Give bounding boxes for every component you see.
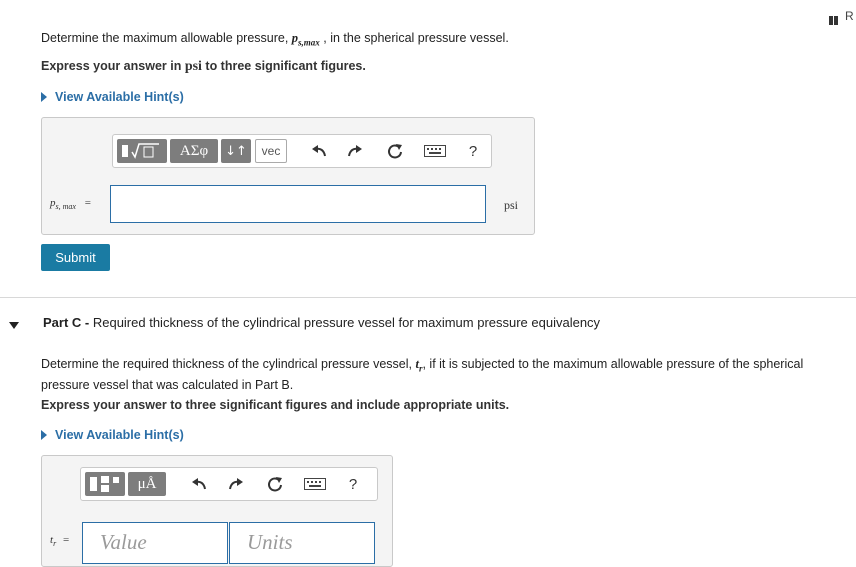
partc-collapse-toggle[interactable] (9, 317, 19, 335)
partb-subscript: s,max (298, 37, 320, 48)
vec-button[interactable]: vec (255, 139, 287, 163)
sqrt-template-icon (122, 143, 159, 159)
section-divider (0, 297, 856, 298)
partc-question: Determine the required thickness of the … (41, 356, 851, 393)
keyboard-icon (304, 478, 326, 490)
partc-instruction: Express your answer to three significant… (41, 398, 510, 412)
reset-button[interactable] (265, 474, 285, 494)
partb-answer-input[interactable] (110, 185, 486, 223)
units-symbol-label: μÅ (137, 475, 157, 492)
greek-button-label: ΑΣφ (179, 142, 209, 159)
units-template-button[interactable] (85, 472, 125, 496)
partc-answer-equals: = (62, 534, 70, 546)
greek-button[interactable]: ΑΣφ (170, 139, 218, 163)
partc-hint-link[interactable]: View Available Hint(s) (41, 428, 184, 442)
units-symbol-button[interactable]: μÅ (128, 472, 166, 496)
keyboard-icon (424, 145, 446, 157)
redo-icon (348, 145, 362, 157)
partb-toolbar: ΑΣφ ↓↑ vec ? (112, 134, 492, 168)
corner-label: R (845, 9, 854, 23)
triangle-down-icon (9, 322, 19, 329)
partb-answer-subscript: s, max (55, 202, 76, 212)
reset-icon (268, 477, 282, 492)
help-button-label: ? (468, 142, 478, 160)
keyboard-button[interactable] (423, 141, 447, 161)
reset-icon (388, 144, 402, 159)
partb-question-text: Determine the maximum allowable pressure… (41, 31, 292, 45)
arrows-button[interactable]: ↓↑ (221, 139, 251, 163)
undo-icon (312, 145, 326, 157)
partb-answer-label: ps, max = (50, 197, 91, 211)
partb-instruction-tail: to three significant figures. (201, 59, 366, 73)
redo-button[interactable] (345, 141, 365, 161)
value-placeholder: Value (100, 530, 147, 554)
templates-button[interactable] (117, 139, 167, 163)
submit-button[interactable]: Submit (41, 244, 110, 271)
partc-answer-label: tr = (50, 534, 69, 548)
partb-instruction-text: Express your answer in (41, 59, 185, 73)
partc-question-tail: , if it is subjected to the maximum allo… (422, 357, 804, 371)
help-button-label: ? (348, 475, 358, 493)
help-button[interactable]: ? (463, 141, 483, 161)
partc-title-text: Required thickness of the cylindrical pr… (92, 315, 601, 330)
keyboard-button[interactable] (303, 474, 327, 494)
partc-answer-subscript: r (53, 539, 57, 549)
undo-button[interactable] (309, 141, 329, 161)
partc-title-label: Part C - (43, 315, 93, 330)
undo-button[interactable] (189, 474, 209, 494)
help-button[interactable]: ? (343, 474, 363, 494)
fraction-template-icon (90, 476, 119, 492)
partc-hint-label: View Available Hint(s) (55, 428, 184, 442)
partb-question: Determine the maximum allowable pressure… (41, 31, 509, 48)
vec-button-label: vec (261, 144, 281, 158)
partb-answer-panel: ΑΣφ ↓↑ vec ? ps, max = psi (41, 117, 535, 235)
triangle-right-icon (41, 92, 47, 102)
partb-instruction-unit: psi (184, 59, 202, 74)
partc-title: Part C - Required thickness of the cylin… (43, 315, 600, 330)
undo-icon (192, 478, 206, 490)
redo-icon (229, 478, 243, 490)
partb-answer-equals: = (84, 197, 91, 209)
partb-hint-link[interactable]: View Available Hint(s) (41, 90, 184, 104)
arrows-button-label: ↓↑ (225, 143, 247, 159)
partc-toolbar: μÅ ? (80, 467, 378, 501)
partb-question-tail: , in the spherical pressure vessel. (319, 31, 509, 45)
redo-button[interactable] (226, 474, 246, 494)
triangle-right-icon (41, 430, 47, 440)
units-placeholder: Units (247, 530, 293, 554)
partb-unit: psi (504, 198, 519, 212)
partc-question-text: Determine the required thickness of the … (41, 357, 416, 371)
partc-question-line2: pressure vessel that was calculated in P… (41, 377, 294, 392)
partc-answer-panel: μÅ ? tr = Value Units (41, 455, 393, 567)
partb-instruction: Express your answer in psi to three sign… (41, 59, 366, 75)
reset-button[interactable] (385, 141, 405, 161)
corner-flag-icon (829, 12, 838, 25)
partb-hint-label: View Available Hint(s) (55, 90, 184, 104)
